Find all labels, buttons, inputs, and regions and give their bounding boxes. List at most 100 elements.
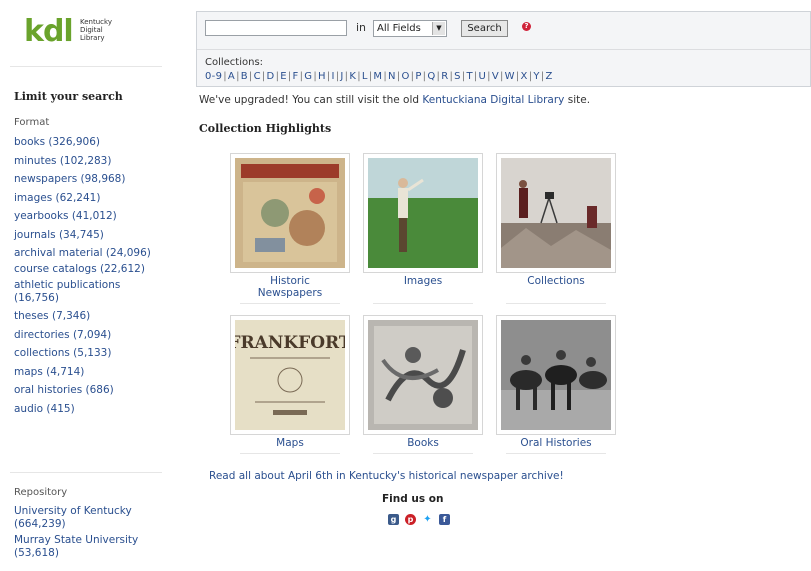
format-facet-list: books (326,906) minutes (102,283) newspa…	[14, 133, 164, 418]
collections-letter-l[interactable]: L	[362, 71, 368, 82]
tile-caption[interactable]: Collections	[496, 275, 616, 287]
letter-separator: |	[236, 71, 240, 82]
search-panel-divider	[197, 49, 810, 50]
collections-letter-i[interactable]: I	[332, 71, 335, 82]
google-plus-icon[interactable]: g	[388, 514, 399, 525]
collections-label: Collections:	[205, 57, 264, 68]
oral-histories-thumbnail[interactable]	[496, 315, 616, 435]
collections-letter-o[interactable]: O	[401, 71, 409, 82]
search-button[interactable]: Search	[461, 20, 508, 37]
old-site-link[interactable]: Kentuckiana Digital Library	[422, 94, 564, 106]
letter-separator: |	[499, 71, 504, 82]
upgrade-notice-suffix: site.	[564, 94, 591, 106]
collections-letter-d[interactable]: D	[267, 71, 275, 82]
chevron-down-icon[interactable]: ▼	[432, 22, 445, 35]
tile-divider	[240, 303, 340, 304]
collections-letter-x[interactable]: X	[521, 71, 528, 82]
facet-journals[interactable]: journals (34,745)	[14, 226, 164, 245]
collections-letter-u[interactable]: U	[479, 71, 487, 82]
letter-separator: |	[436, 71, 441, 82]
letter-separator: |	[461, 71, 466, 82]
upgrade-notice: We've upgraded! You can still visit the …	[199, 94, 590, 106]
facet-university-of-kentucky[interactable]: University of Kentucky (664,239)	[14, 505, 164, 531]
tile-caption[interactable]: Images	[363, 275, 483, 287]
collections-letter-g[interactable]: G	[304, 71, 312, 82]
books-thumbnail[interactable]	[363, 315, 483, 435]
letter-separator: |	[487, 71, 491, 82]
tile-caption[interactable]: Oral Histories	[496, 437, 616, 449]
facet-theses[interactable]: theses (7,346)	[14, 307, 164, 326]
newspaper-archive-link[interactable]: Read all about April 6th in Kentucky's h…	[209, 470, 564, 482]
letter-separator: |	[473, 71, 478, 82]
facet-maps[interactable]: maps (4,714)	[14, 363, 164, 382]
field-select-value: All Fields	[377, 23, 421, 34]
letter-separator: |	[326, 71, 331, 82]
facet-newspapers[interactable]: newspapers (98,968)	[14, 170, 164, 189]
tile-divider	[506, 303, 606, 304]
collections-letter-j[interactable]: J	[340, 71, 343, 82]
collections-letter-f[interactable]: F	[293, 71, 299, 82]
upgrade-notice-text: We've upgraded! You can still visit the …	[199, 94, 423, 106]
facet-athletic-publications[interactable]: athletic publications (16,756)	[14, 279, 164, 305]
letter-separator: |	[540, 71, 545, 82]
facet-minutes[interactable]: minutes (102,283)	[14, 152, 164, 171]
facet-directories[interactable]: directories (7,094)	[14, 326, 164, 345]
maps-thumbnail[interactable]: FRANKFORT	[230, 315, 350, 435]
format-heading: Format	[14, 117, 50, 128]
twitter-icon[interactable]: ✦	[422, 514, 433, 525]
letter-separator: |	[515, 71, 520, 82]
search-input[interactable]	[205, 20, 347, 36]
letter-separator: |	[261, 71, 266, 82]
facet-archival-material[interactable]: archival material (24,096)	[14, 247, 164, 260]
letter-separator: |	[357, 71, 361, 82]
tile-divider	[373, 303, 473, 304]
facet-murray-state-university[interactable]: Murray State University (53,618)	[14, 534, 164, 560]
collections-letter-n[interactable]: N	[388, 71, 396, 82]
collections-thumbnail[interactable]	[496, 153, 616, 273]
collections-letter-r[interactable]: R	[441, 71, 448, 82]
collections-letter-h[interactable]: H	[318, 71, 326, 82]
collections-letter-w[interactable]: W	[505, 71, 515, 82]
collections-letter-c[interactable]: C	[254, 71, 261, 82]
facet-course-catalogs[interactable]: course catalogs (22,612)	[14, 263, 164, 276]
collections-letter-y[interactable]: Y	[533, 71, 539, 82]
tile-caption[interactable]: Books	[363, 437, 483, 449]
sidebar-divider	[10, 472, 162, 473]
collections-letter-a[interactable]: A	[228, 71, 235, 82]
collections-letter-q[interactable]: Q	[427, 71, 435, 82]
historic-newspapers-thumbnail[interactable]	[230, 153, 350, 273]
collections-letter-e[interactable]: E	[280, 71, 287, 82]
collections-letter-s[interactable]: S	[454, 71, 461, 82]
help-icon[interactable]: ?	[522, 22, 531, 31]
collections-letter-b[interactable]: B	[241, 71, 248, 82]
letter-separator: |	[410, 71, 415, 82]
facet-yearbooks[interactable]: yearbooks (41,012)	[14, 207, 164, 226]
letter-separator: |	[313, 71, 317, 82]
collections-letter-z[interactable]: Z	[545, 71, 552, 82]
collections-alpha-index: 0-9|A|B|C|D|E|F|G|H|I|J|K|L|M|N|O|P|Q|R|…	[205, 71, 553, 82]
sidebar: kdl Kentucky Digital Library Limit your …	[0, 0, 170, 571]
facebook-icon[interactable]: f	[439, 514, 450, 525]
letter-separator: |	[248, 71, 253, 82]
letter-separator: |	[368, 71, 373, 82]
tile-caption[interactable]: Historic Newspapers	[240, 275, 340, 299]
facet-collections[interactable]: collections (5,133)	[14, 344, 164, 363]
collections-letter-t[interactable]: T	[466, 71, 472, 82]
images-thumbnail[interactable]	[363, 153, 483, 273]
facet-books[interactable]: books (326,906)	[14, 133, 164, 152]
collections-letter-p[interactable]: P	[415, 71, 421, 82]
pinterest-icon[interactable]: p	[405, 514, 416, 525]
search-field-select[interactable]: All Fields ▼	[373, 20, 447, 37]
collections-letter-v[interactable]: V	[492, 71, 499, 82]
in-label: in	[356, 21, 367, 34]
collections-letter-0-9[interactable]: 0-9	[205, 71, 222, 82]
facet-audio[interactable]: audio (415)	[14, 400, 164, 419]
collections-letter-k[interactable]: K	[349, 71, 356, 82]
kdl-logo[interactable]: kdl Kentucky Digital Library	[24, 14, 144, 54]
repository-heading: Repository	[14, 487, 68, 498]
collections-letter-m[interactable]: M	[373, 71, 382, 82]
tile-caption[interactable]: Maps	[230, 437, 350, 449]
letter-separator: |	[528, 71, 533, 82]
facet-oral-histories[interactable]: oral histories (686)	[14, 381, 164, 400]
facet-images[interactable]: images (62,241)	[14, 189, 164, 208]
